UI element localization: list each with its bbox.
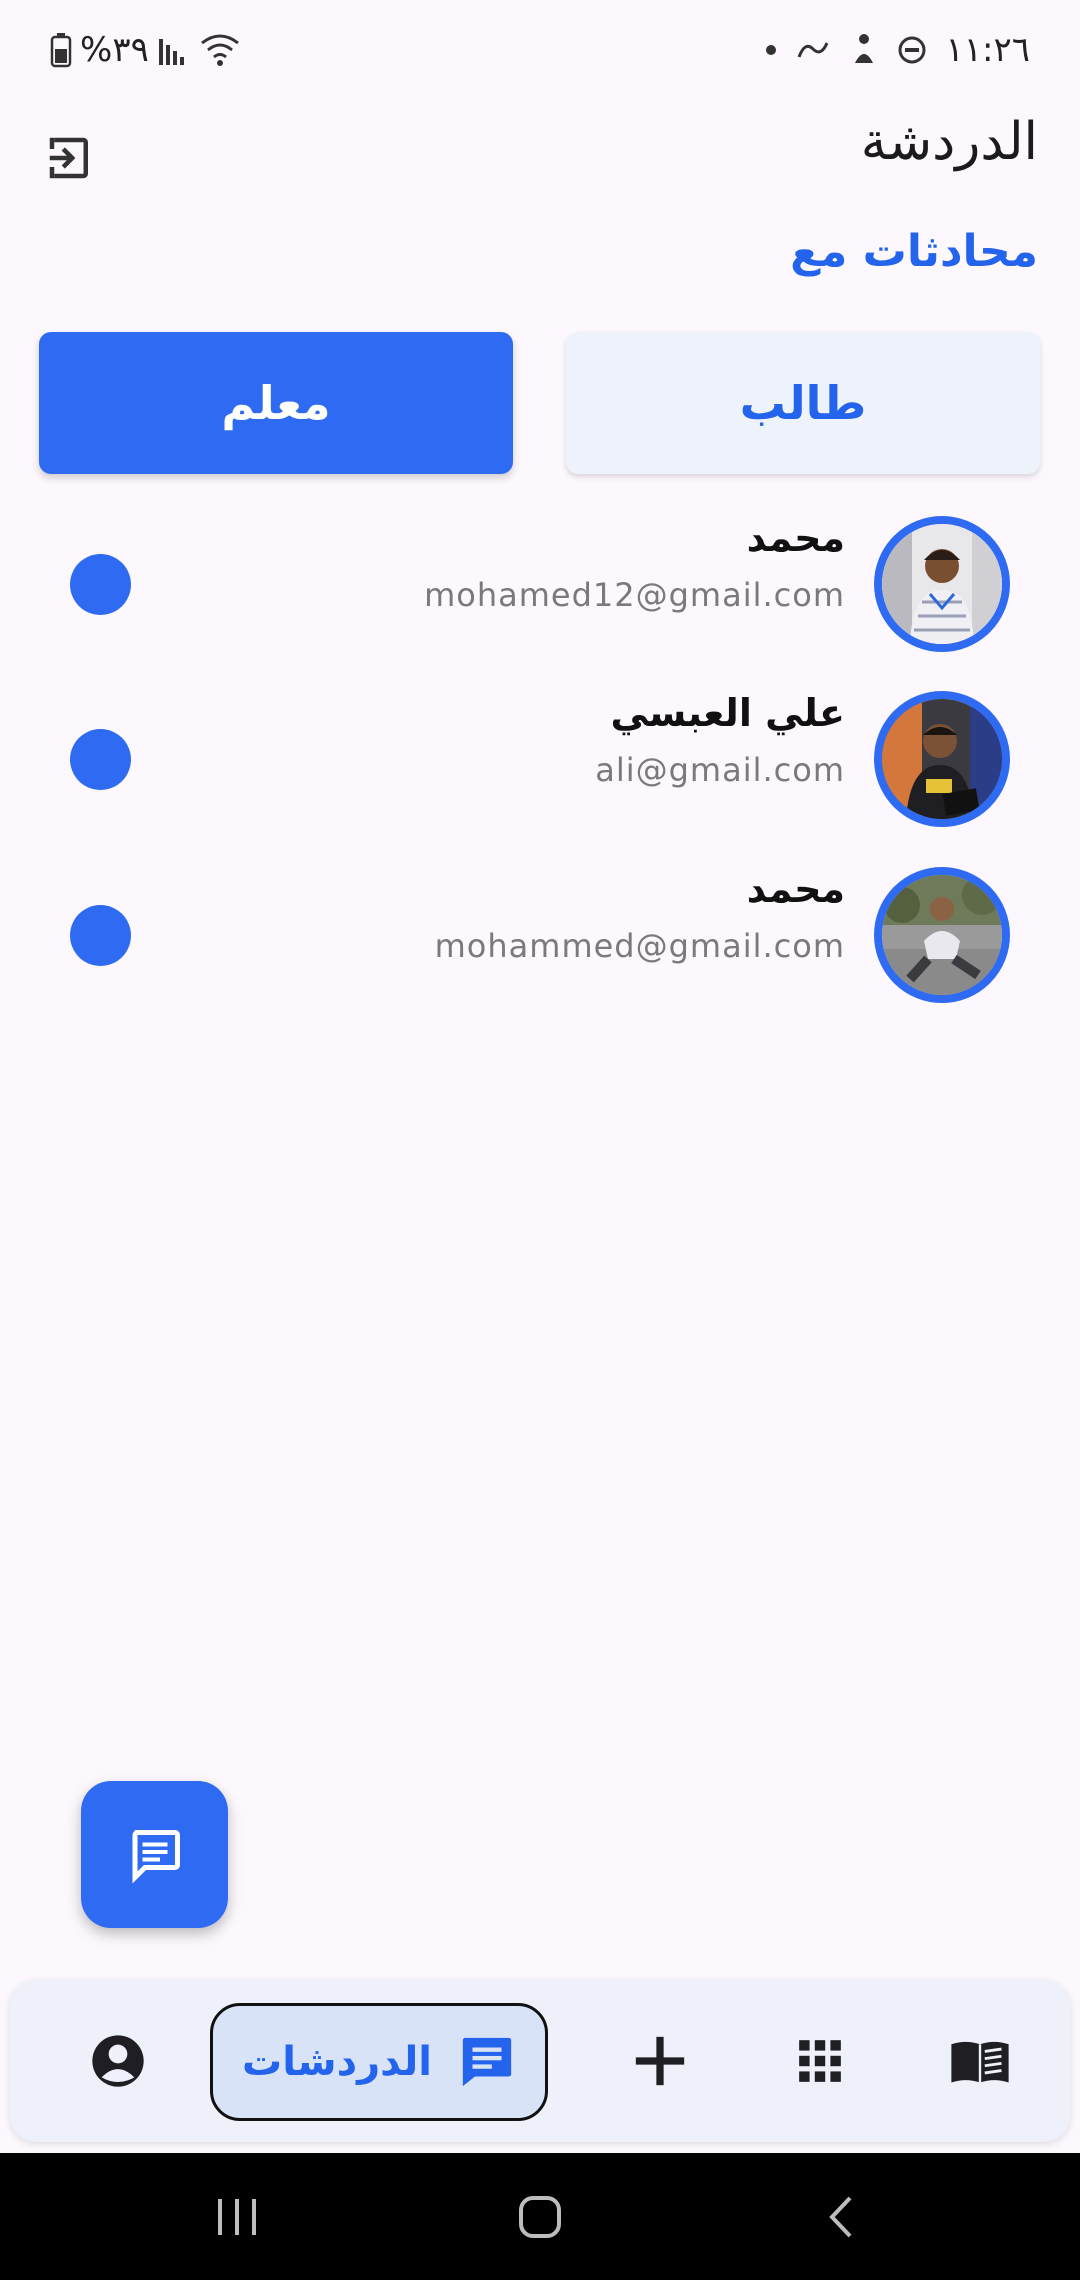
battery-percent: %٣٩ (80, 30, 149, 70)
toggle-student-button[interactable]: طالب (566, 332, 1040, 474)
home-icon (519, 2195, 561, 2238)
signal-icon (157, 33, 191, 67)
status-bar: %٣٩ ١١:٢٦ (0, 0, 1080, 100)
apps-grid-icon (799, 2040, 841, 2082)
list-item[interactable]: علي العبسي ali@gmail.com (0, 677, 1080, 837)
avatar (874, 691, 1010, 827)
toggle-teacher-button[interactable]: معلم (39, 332, 513, 474)
bottom-navigation: الدردشات (10, 1980, 1070, 2142)
online-status-dot (70, 729, 131, 790)
nav-courses[interactable] (910, 1980, 1050, 2142)
contact-name: محمد (746, 867, 845, 911)
avatar (874, 516, 1010, 652)
recent-apps-icon (218, 2198, 256, 2235)
online-status-dot (70, 554, 131, 615)
nav-profile[interactable] (50, 1980, 186, 2142)
dot-icon (765, 44, 777, 56)
wifi-icon (199, 33, 241, 67)
status-left: %٣٩ (50, 28, 241, 72)
contact-name: محمد (746, 516, 845, 560)
system-navigation-bar (0, 2153, 1080, 2280)
contact-email: ali@gmail.com (595, 751, 845, 789)
chats-icon (462, 2037, 512, 2087)
contact-email: mohamed12@gmail.com (424, 576, 845, 614)
recent-apps-button[interactable] (177, 2153, 297, 2280)
list-item[interactable]: محمد mohammed@gmail.com (0, 853, 1080, 1013)
logout-icon (49, 137, 88, 179)
add-icon (635, 2036, 685, 2086)
contact-email: mohammed@gmail.com (434, 927, 845, 965)
home-button[interactable] (480, 2153, 600, 2280)
dnd-icon (897, 35, 927, 65)
book-icon (951, 2041, 1009, 2083)
new-message-button[interactable] (81, 1781, 228, 1928)
status-right: ١١:٢٦ (765, 28, 1030, 72)
back-button[interactable] (781, 2153, 901, 2280)
page-title: الدردشة (860, 112, 1038, 172)
profile-icon (92, 2035, 144, 2087)
list-item[interactable]: محمد mohamed12@gmail.com (0, 502, 1080, 662)
message-icon (132, 1829, 180, 1884)
back-icon (829, 2196, 852, 2237)
clock: ١١:٢٦ (945, 30, 1030, 70)
nav-chats-label: الدردشات (242, 2039, 432, 2085)
section-label: محادثات مع (790, 226, 1038, 277)
avatar (874, 867, 1010, 1003)
nav-add[interactable] (590, 1980, 730, 2142)
logout-button[interactable] (40, 128, 100, 188)
nav-apps[interactable] (750, 1980, 890, 2142)
online-status-dot (70, 905, 131, 966)
contact-name: علي العبسي (610, 691, 845, 735)
battery-icon (50, 32, 72, 68)
nav-chats[interactable]: الدردشات (210, 2003, 548, 2121)
accessibility-icon (849, 33, 879, 67)
link-icon (795, 37, 831, 63)
